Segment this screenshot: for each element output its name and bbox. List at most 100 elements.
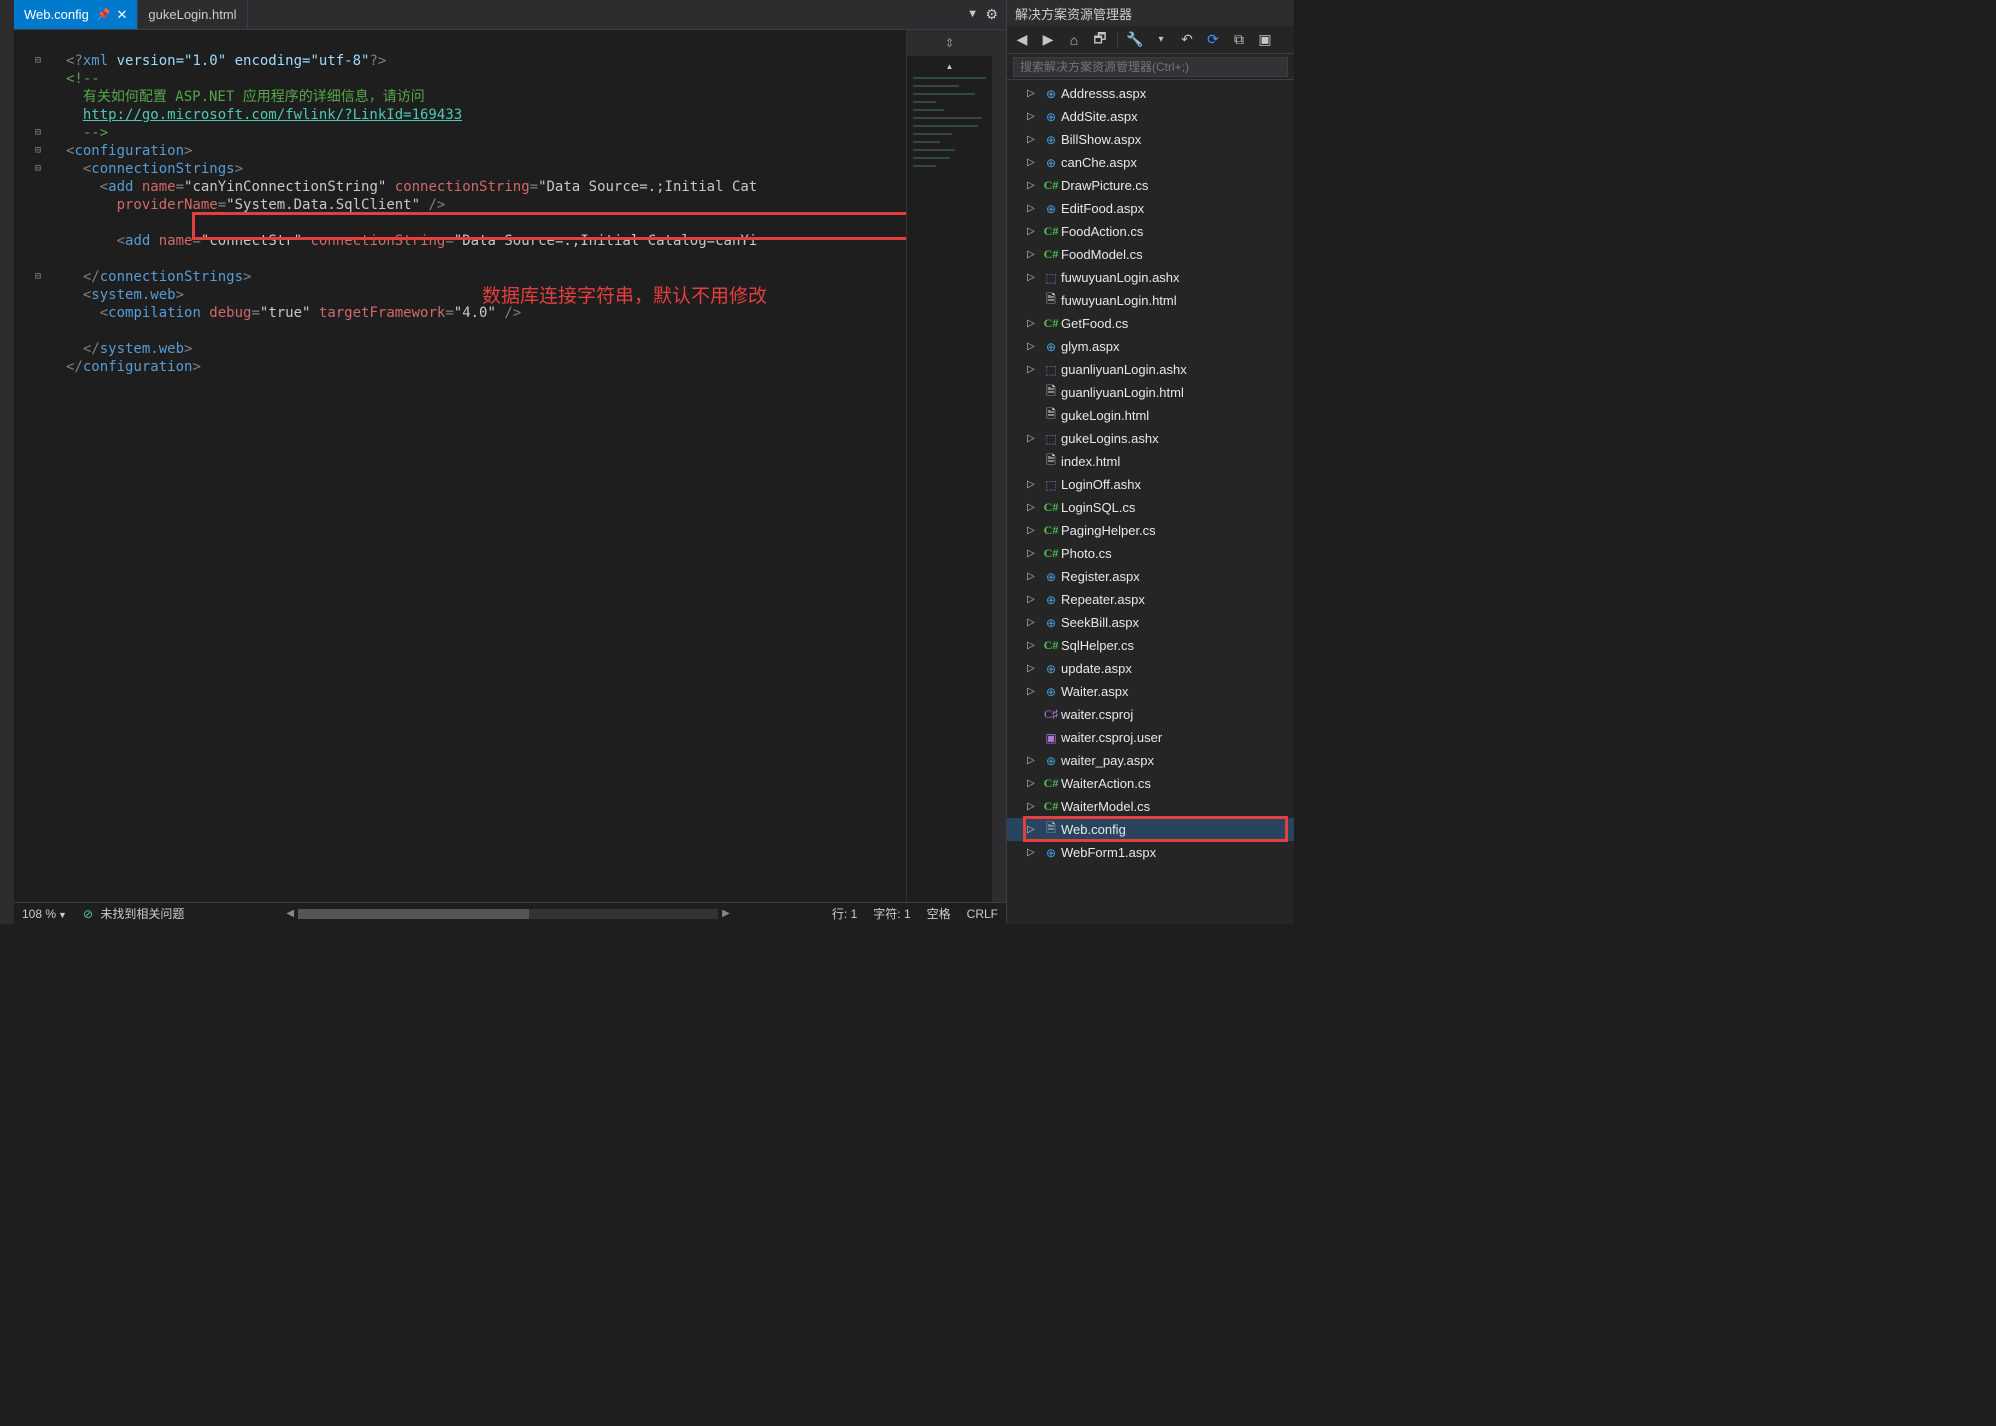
pin-icon[interactable]: 📌 bbox=[97, 8, 111, 21]
tree-item-addresss-aspx[interactable]: ▷⊕Addresss.aspx bbox=[1007, 82, 1294, 105]
tree-item-billshow-aspx[interactable]: ▷⊕BillShow.aspx bbox=[1007, 128, 1294, 151]
tree-item-drawpicture-cs[interactable]: ▷C#DrawPicture.cs bbox=[1007, 174, 1294, 197]
tree-item-update-aspx[interactable]: ▷⊕update.aspx bbox=[1007, 657, 1294, 680]
tree-item-addsite-aspx[interactable]: ▷⊕AddSite.aspx bbox=[1007, 105, 1294, 128]
editor-horizontal-scrollbar[interactable]: ◀ ▶ bbox=[192, 908, 824, 919]
expand-chevron-icon[interactable]: ▷ bbox=[1027, 134, 1041, 145]
minimap[interactable]: ▲ bbox=[907, 56, 992, 902]
tree-item-waitermodel-cs[interactable]: ▷C#WaiterModel.cs bbox=[1007, 795, 1294, 818]
search-input[interactable] bbox=[1013, 57, 1288, 77]
split-horizontal-icon[interactable]: ⇕ bbox=[907, 30, 992, 56]
tree-item-waiter-csproj-user[interactable]: ▣waiter.csproj.user bbox=[1007, 726, 1294, 749]
tab-settings-gear-icon[interactable]: ⚙ bbox=[985, 6, 998, 23]
refresh-icon[interactable]: ⟳ bbox=[1204, 31, 1222, 49]
undo-icon[interactable]: ↶ bbox=[1178, 31, 1196, 49]
tab-gukelogin-html[interactable]: gukeLogin.html bbox=[138, 0, 247, 29]
tree-item-webform1-aspx[interactable]: ▷⊕WebForm1.aspx bbox=[1007, 841, 1294, 864]
expand-chevron-icon[interactable]: ▷ bbox=[1027, 778, 1041, 789]
expand-chevron-icon[interactable]: ▷ bbox=[1027, 203, 1041, 214]
home-icon[interactable]: ⌂ bbox=[1065, 31, 1083, 49]
sync-active-doc-icon[interactable]: 🗗 bbox=[1091, 31, 1109, 49]
expand-chevron-icon[interactable]: ▷ bbox=[1027, 272, 1041, 283]
expand-chevron-icon[interactable]: ▷ bbox=[1027, 571, 1041, 582]
tab-overflow-dropdown[interactable]: ▼ bbox=[967, 8, 978, 20]
tree-item-guanliyuanlogin-html[interactable]: 🗎guanliyuanLogin.html bbox=[1007, 381, 1294, 404]
expand-chevron-icon[interactable]: ▷ bbox=[1027, 479, 1041, 490]
tree-item-foodaction-cs[interactable]: ▷C#FoodAction.cs bbox=[1007, 220, 1294, 243]
solution-explorer-tree[interactable]: ▷⊕Addresss.aspx▷⊕AddSite.aspx▷⊕BillShow.… bbox=[1007, 80, 1294, 924]
expand-chevron-icon[interactable]: ▷ bbox=[1027, 180, 1041, 191]
expand-chevron-icon[interactable]: ▷ bbox=[1027, 226, 1041, 237]
wrench-icon[interactable]: 🔧 bbox=[1126, 31, 1144, 49]
editor-vertical-scrollbar[interactable] bbox=[992, 30, 1006, 902]
expand-chevron-icon[interactable]: ▷ bbox=[1027, 617, 1041, 628]
nav-forward-icon[interactable]: ▶ bbox=[1039, 31, 1057, 49]
tree-item-canche-aspx[interactable]: ▷⊕canChe.aspx bbox=[1007, 151, 1294, 174]
tree-item-paginghelper-cs[interactable]: ▷C#PagingHelper.cs bbox=[1007, 519, 1294, 542]
tree-item-loginoff-ashx[interactable]: ▷⬚LoginOff.ashx bbox=[1007, 473, 1294, 496]
tree-item-fuwuyuanlogin-html[interactable]: 🗎fuwuyuanLogin.html bbox=[1007, 289, 1294, 312]
tab-web-config[interactable]: Web.config 📌 ✕ bbox=[14, 0, 138, 29]
indentation-mode[interactable]: 空格 bbox=[919, 905, 959, 922]
scroll-right-icon[interactable]: ▶ bbox=[722, 908, 730, 919]
expand-chevron-icon[interactable]: ▷ bbox=[1027, 341, 1041, 352]
tree-item-web-config[interactable]: ▷🗎Web.config bbox=[1007, 818, 1294, 841]
tree-item-photo-cs[interactable]: ▷C#Photo.cs bbox=[1007, 542, 1294, 565]
cursor-char[interactable]: 字符: 1 bbox=[865, 905, 918, 922]
expand-chevron-icon[interactable]: ▷ bbox=[1027, 111, 1041, 122]
properties-icon[interactable]: ▣ bbox=[1256, 31, 1274, 49]
tree-item-waiter-aspx[interactable]: ▷⊕Waiter.aspx bbox=[1007, 680, 1294, 703]
tree-item-register-aspx[interactable]: ▷⊕Register.aspx bbox=[1007, 565, 1294, 588]
expand-chevron-icon[interactable]: ▷ bbox=[1027, 249, 1041, 260]
tree-item-getfood-cs[interactable]: ▷C#GetFood.cs bbox=[1007, 312, 1294, 335]
tree-item-waiter-csproj[interactable]: C♯waiter.csproj bbox=[1007, 703, 1294, 726]
cursor-line[interactable]: 行: 1 bbox=[824, 905, 865, 922]
fold-icon[interactable]: ⊟ bbox=[35, 268, 41, 286]
line-ending-mode[interactable]: CRLF bbox=[959, 907, 1006, 921]
tree-item-waiteraction-cs[interactable]: ▷C#WaiterAction.cs bbox=[1007, 772, 1294, 795]
fold-icon[interactable]: ⊟ bbox=[35, 52, 41, 70]
expand-chevron-icon[interactable]: ▷ bbox=[1027, 433, 1041, 444]
expand-chevron-icon[interactable]: ▷ bbox=[1027, 801, 1041, 812]
nav-back-icon[interactable]: ◀ bbox=[1013, 31, 1031, 49]
tree-item-index-html[interactable]: 🗎index.html bbox=[1007, 450, 1294, 473]
scroll-left-icon[interactable]: ◀ bbox=[286, 908, 294, 919]
expand-chevron-icon[interactable]: ▷ bbox=[1027, 318, 1041, 329]
expand-chevron-icon[interactable]: ▷ bbox=[1027, 663, 1041, 674]
expand-chevron-icon[interactable]: ▷ bbox=[1027, 686, 1041, 697]
expand-chevron-icon[interactable]: ▷ bbox=[1027, 364, 1041, 375]
tree-item-seekbill-aspx[interactable]: ▷⊕SeekBill.aspx bbox=[1007, 611, 1294, 634]
expand-chevron-icon[interactable]: ▷ bbox=[1027, 88, 1041, 99]
fold-icon[interactable]: ⊟ bbox=[35, 124, 41, 142]
fold-icon[interactable]: ⊟ bbox=[35, 142, 41, 160]
tree-item-editfood-aspx[interactable]: ▷⊕EditFood.aspx bbox=[1007, 197, 1294, 220]
close-icon[interactable]: ✕ bbox=[117, 7, 128, 23]
expand-chevron-icon[interactable]: ▷ bbox=[1027, 502, 1041, 513]
tree-item-foodmodel-cs[interactable]: ▷C#FoodModel.cs bbox=[1007, 243, 1294, 266]
tree-item-glym-aspx[interactable]: ▷⊕glym.aspx bbox=[1007, 335, 1294, 358]
fold-icon[interactable]: ⊟ bbox=[35, 160, 41, 178]
tree-item-loginsql-cs[interactable]: ▷C#LoginSQL.cs bbox=[1007, 496, 1294, 519]
expand-chevron-icon[interactable]: ▷ bbox=[1027, 594, 1041, 605]
tree-item-repeater-aspx[interactable]: ▷⊕Repeater.aspx bbox=[1007, 588, 1294, 611]
code-editor[interactable]: <?xml version="1.0" encoding="utf-8"?> <… bbox=[62, 30, 906, 902]
tree-item-waiter_pay-aspx[interactable]: ▷⊕waiter_pay.aspx bbox=[1007, 749, 1294, 772]
tree-item-gukelogin-html[interactable]: 🗎gukeLogin.html bbox=[1007, 404, 1294, 427]
help-link[interactable]: http://go.microsoft.com/fwlink/?LinkId=1… bbox=[83, 107, 462, 123]
issues-indicator[interactable]: ⊘ 未找到相关问题 bbox=[75, 905, 192, 922]
tree-item-guanliyuanlogin-ashx[interactable]: ▷⬚guanliyuanLogin.ashx bbox=[1007, 358, 1294, 381]
ashx-file-icon: ⬚ bbox=[1041, 432, 1061, 446]
expand-chevron-icon[interactable]: ▷ bbox=[1027, 157, 1041, 168]
zoom-level[interactable]: 108 %▼ bbox=[14, 907, 75, 921]
tree-item-fuwuyuanlogin-ashx[interactable]: ▷⬚fuwuyuanLogin.ashx bbox=[1007, 266, 1294, 289]
expand-chevron-icon[interactable]: ▷ bbox=[1027, 824, 1041, 835]
chevron-down-icon[interactable]: ▾ bbox=[1152, 31, 1170, 49]
collapse-all-icon[interactable]: ⧉ bbox=[1230, 31, 1248, 49]
tree-item-sqlhelper-cs[interactable]: ▷C#SqlHelper.cs bbox=[1007, 634, 1294, 657]
expand-chevron-icon[interactable]: ▷ bbox=[1027, 640, 1041, 651]
tree-item-gukelogins-ashx[interactable]: ▷⬚gukeLogins.ashx bbox=[1007, 427, 1294, 450]
expand-chevron-icon[interactable]: ▷ bbox=[1027, 847, 1041, 858]
expand-chevron-icon[interactable]: ▷ bbox=[1027, 755, 1041, 766]
expand-chevron-icon[interactable]: ▷ bbox=[1027, 525, 1041, 536]
expand-chevron-icon[interactable]: ▷ bbox=[1027, 548, 1041, 559]
